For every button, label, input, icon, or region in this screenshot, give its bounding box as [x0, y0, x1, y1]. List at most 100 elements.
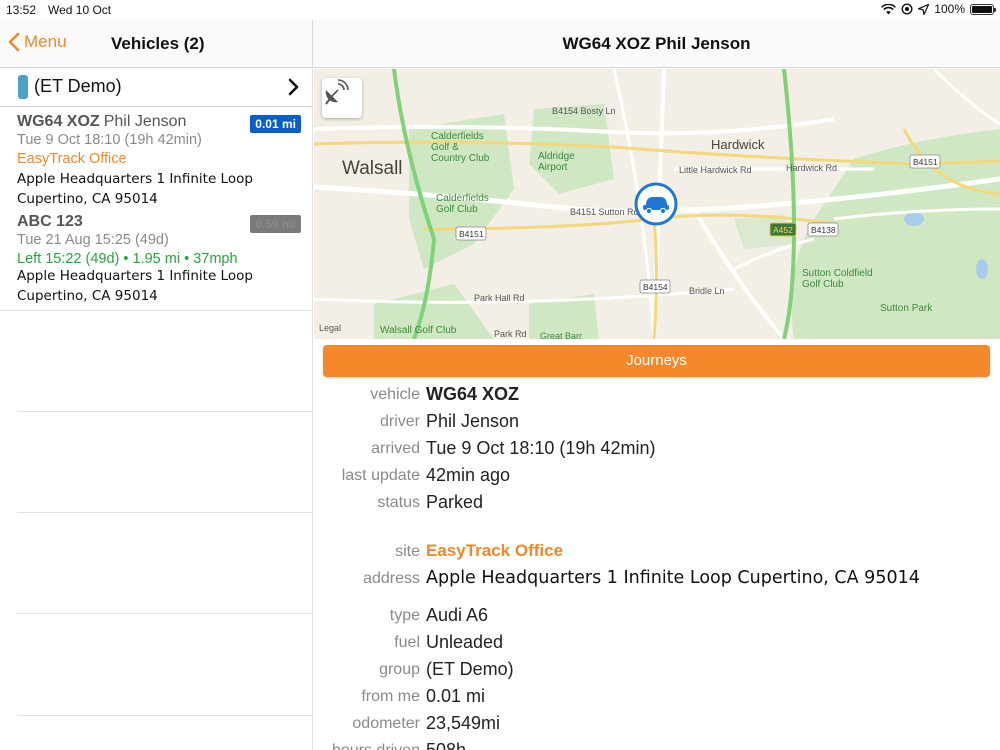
- status-time: 13:52: [6, 3, 37, 17]
- map-label-little-hardwick-rd: Little Hardwick Rd: [679, 165, 752, 175]
- chevron-right-icon: [288, 78, 299, 96]
- detail-value: (ET Demo): [426, 659, 514, 679]
- map-label-park-hall-rd: Park Hall Rd: [474, 293, 525, 303]
- master-nav: Menu Vehicles (2): [0, 20, 313, 68]
- detail-label: arrived: [371, 440, 420, 457]
- detail-row-odometer: odometer 23,549mi: [314, 711, 1000, 738]
- vehicle-address-line1: Apple Headquarters 1 Infinite Loop: [17, 171, 253, 187]
- vehicle-address-line2: Cupertino, CA 95014: [17, 191, 158, 207]
- battery-icon: [970, 3, 996, 15]
- map-shield-b4138: B4138: [811, 225, 836, 235]
- vehicles-title: Vehicles (2): [111, 34, 205, 53]
- battery-percent: 100%: [934, 2, 965, 16]
- detail-value: 42min ago: [426, 465, 511, 485]
- detail-value: Phil Jenson: [426, 411, 520, 431]
- vehicle-site: EasyTrack Office: [17, 151, 127, 167]
- detail-label: group: [379, 661, 420, 678]
- distance-badge: 0.59 mi: [250, 215, 301, 233]
- detail-value: WG64 XOZ: [426, 384, 520, 404]
- row-separator: [0, 310, 312, 311]
- detail-row-status: status Parked: [314, 490, 1000, 517]
- detail-row-group: group (ET Demo): [314, 657, 1000, 684]
- navigation-bar: Menu Vehicles (2) WG64 XOZ Phil Jenson: [0, 20, 1000, 68]
- vehicle-row-wg64xoz[interactable]: WG64 XOZ Phil Jenson 0.01 mi Tue 9 Oct 18…: [0, 107, 312, 209]
- map-view[interactable]: Walsall Calderfields Golf & Country Club A…: [314, 69, 1000, 339]
- map-tracking-button[interactable]: [322, 78, 362, 118]
- map-legal-link: Legal: [319, 323, 341, 333]
- detail-title: WG64 XOZ Phil Jenson: [562, 34, 751, 53]
- map-label-b4154-bosty: B4154 Bosty Ln: [552, 106, 616, 116]
- vehicle-marker[interactable]: [634, 182, 678, 226]
- map-canvas: Walsall Calderfields Golf & Country Club A…: [314, 69, 1000, 339]
- detail-value: 0.01 mi: [426, 686, 486, 706]
- detail-row-hours-driven: hours driven 508h: [314, 738, 1000, 750]
- wifi-icon: [881, 3, 897, 14]
- detail-row-fuel: fuel Unleaded: [314, 630, 1000, 657]
- detail-site-link[interactable]: EasyTrack Office: [426, 541, 563, 561]
- focus-icon: [901, 3, 913, 15]
- detail-row-from-me: from me 0.01 mi: [314, 684, 1000, 711]
- detail-row-address: address Apple Headquarters 1 Infinite Lo…: [314, 566, 1000, 593]
- menu-back-label: Menu: [24, 32, 67, 51]
- group-color-chip: [18, 75, 28, 99]
- detail-value: 508h: [426, 740, 467, 750]
- detail-label: address: [363, 570, 420, 587]
- detail-label: fuel: [394, 634, 420, 651]
- map-shield-b4151: B4151: [459, 229, 484, 239]
- vehicle-row-abc123[interactable]: ABC 123 0.59 mi Tue 21 Aug 15:25 (49d) L…: [0, 209, 312, 306]
- vehicle-address-line2: Cupertino, CA 95014: [17, 288, 158, 304]
- map-label-walsall: Walsall: [342, 158, 403, 179]
- group-header[interactable]: (ET Demo): [0, 69, 312, 107]
- detail-row-vehicle: vehicle WG64 XOZ: [314, 382, 1000, 409]
- vehicle-reg: WG64 XOZ: [17, 113, 100, 130]
- vehicle-time: Tue 9 Oct 18:10 (19h 42min): [17, 132, 202, 148]
- detail-label: site: [395, 543, 420, 560]
- detail-label: hours driven: [332, 742, 420, 750]
- detail-value: Tue 9 Oct 18:10 (19h 42min): [426, 438, 656, 458]
- distance-badge: 0.01 mi: [250, 115, 301, 133]
- map-label-park-rd: Park Rd: [494, 329, 527, 339]
- row-separator: [17, 613, 312, 614]
- map-shield-b4154: B4154: [643, 282, 668, 292]
- map-label-hardwick: Hardwick: [711, 137, 765, 152]
- detail-label: type: [389, 607, 420, 624]
- detail-label: driver: [379, 413, 420, 430]
- vehicle-reg: ABC 123: [17, 213, 83, 230]
- map-label-great-barr: Great Barr: [540, 331, 582, 339]
- map-label-bridle-ln: Bridle Ln: [689, 286, 725, 296]
- status-date: Wed 10 Oct: [48, 3, 112, 17]
- vehicle-time: Tue 21 Aug 15:25 (49d): [17, 232, 169, 248]
- status-icons: 100%: [881, 2, 996, 16]
- group-label: (ET Demo): [34, 76, 122, 96]
- satellite-dish-icon: [325, 79, 349, 105]
- map-label-sutton-park: Sutton Park: [880, 303, 933, 314]
- detail-label: status: [377, 494, 420, 511]
- detail-value: Audi A6: [426, 605, 489, 625]
- vehicle-trip: Left 15:22 (49d) • 1.95 mi • 37mph: [17, 251, 238, 266]
- vehicle-driver: Phil Jenson: [103, 113, 187, 130]
- detail-label: vehicle: [370, 386, 420, 403]
- map-shield-b4151: B4151: [913, 157, 938, 167]
- location-arrow-icon: [918, 3, 930, 15]
- detail-label: odometer: [352, 715, 420, 732]
- journeys-button[interactable]: Journeys: [323, 345, 990, 377]
- detail-value: Parked: [426, 492, 484, 512]
- row-separator: [17, 715, 312, 716]
- vehicle-list: (ET Demo) WG64 XOZ Phil Jenson 0.01 mi Tu…: [0, 69, 313, 750]
- detail-row-arrived: arrived Tue 9 Oct 18:10 (19h 42min): [314, 436, 1000, 463]
- detail-value: 23,549mi: [426, 713, 501, 733]
- detail-row-driver: driver Phil Jenson: [314, 409, 1000, 436]
- detail-row-type: type Audi A6: [314, 603, 1000, 630]
- vehicle-address-line1: Apple Headquarters 1 Infinite Loop: [17, 268, 253, 284]
- detail-value: Unleaded: [426, 632, 504, 652]
- status-bar: 13:52 Wed 10 Oct 100%: [0, 0, 1000, 20]
- map-label-b4151-sutton: B4151 Sutton Rd: [570, 207, 639, 217]
- chevron-left-icon: [8, 32, 20, 52]
- menu-back-button[interactable]: Menu: [8, 32, 67, 52]
- map-label-walsall-golf: Walsall Golf Club: [380, 325, 457, 336]
- detail-row-last-update: last update 42min ago: [314, 463, 1000, 490]
- detail-label: last update: [341, 467, 420, 484]
- row-separator: [17, 512, 312, 513]
- row-separator: [17, 411, 312, 412]
- map-shield-a452: A452: [773, 225, 793, 235]
